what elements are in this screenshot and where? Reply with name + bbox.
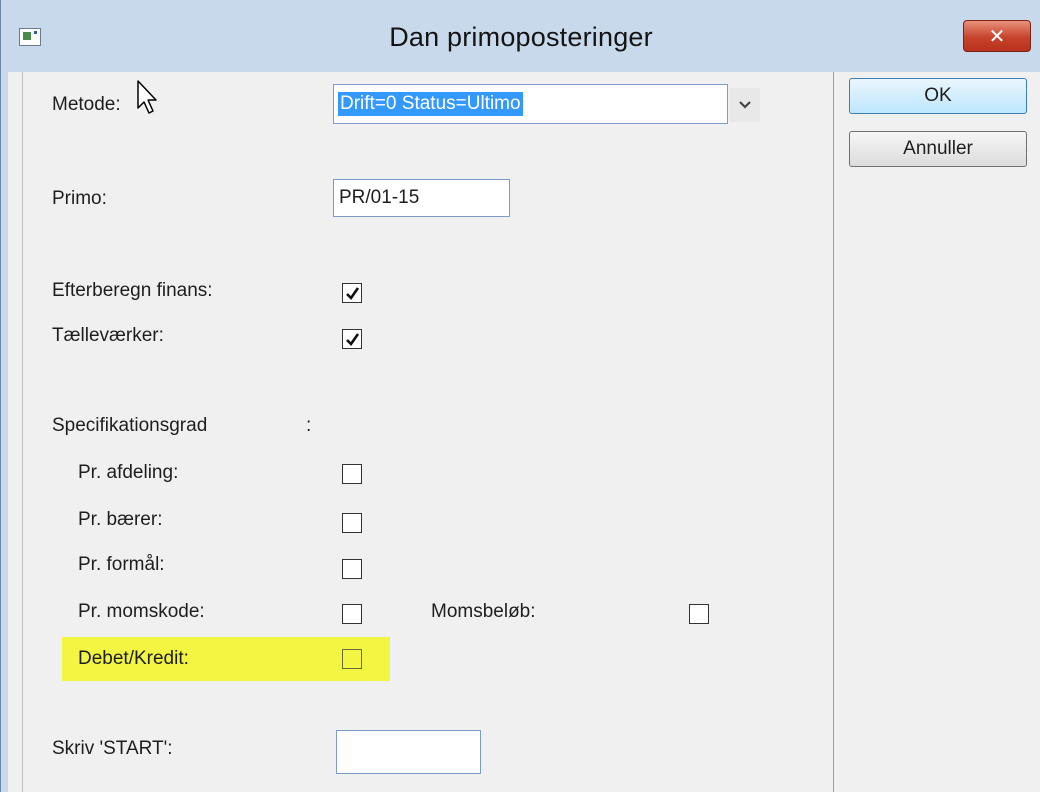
pr-baerer-label: Pr. bærer: bbox=[78, 509, 163, 530]
annuller-button[interactable]: Annuller bbox=[849, 131, 1027, 167]
metode-dropdown[interactable]: Drift=0 Status=Ultimo bbox=[333, 84, 728, 124]
specifikationsgrad-label: Specifikationsgrad bbox=[52, 415, 208, 436]
checkmark-icon bbox=[345, 332, 359, 346]
close-button[interactable]: ✕ bbox=[963, 20, 1031, 52]
metode-selected-value: Drift=0 Status=Ultimo bbox=[338, 92, 523, 116]
close-icon: ✕ bbox=[988, 25, 1006, 48]
taellevaerker-checkbox[interactable] bbox=[342, 329, 362, 349]
pr-formaal-label: Pr. formål: bbox=[78, 554, 165, 575]
skriv-start-input[interactable] bbox=[336, 730, 481, 774]
metode-label: Metode: bbox=[52, 94, 121, 115]
mouse-pointer-icon bbox=[137, 80, 159, 121]
window-title: Dan primoposteringer bbox=[389, 22, 653, 52]
checkmark-icon bbox=[345, 286, 359, 300]
ok-button[interactable]: OK bbox=[849, 78, 1027, 114]
efterberegn-finans-label: Efterberegn finans: bbox=[52, 280, 213, 301]
momsbeloeb-checkbox[interactable] bbox=[689, 604, 709, 624]
pr-afdeling-checkbox[interactable] bbox=[342, 464, 362, 484]
primo-label: Primo: bbox=[52, 188, 107, 209]
momsbeloeb-label: Momsbeløb: bbox=[431, 601, 536, 622]
pr-formaal-checkbox[interactable] bbox=[342, 559, 362, 579]
specifikationsgrad-colon: : bbox=[306, 415, 312, 436]
pr-momskode-checkbox[interactable] bbox=[342, 604, 362, 624]
pr-baerer-checkbox[interactable] bbox=[342, 513, 362, 533]
efterberegn-finans-checkbox[interactable] bbox=[342, 283, 362, 303]
pr-momskode-label: Pr. momskode: bbox=[78, 601, 205, 622]
pr-afdeling-label: Pr. afdeling: bbox=[78, 462, 179, 483]
skriv-start-label: Skriv 'START': bbox=[52, 738, 173, 759]
taellevaerker-label: Tælleværker: bbox=[52, 325, 164, 346]
chevron-down-icon[interactable] bbox=[730, 88, 760, 122]
debet-kredit-label: Debet/Kredit: bbox=[78, 648, 189, 669]
title-bar[interactable]: Dan primoposteringer ✕ bbox=[1, 0, 1040, 72]
primo-input[interactable]: PR/01-15 bbox=[333, 179, 510, 217]
debet-kredit-checkbox[interactable] bbox=[342, 649, 362, 669]
